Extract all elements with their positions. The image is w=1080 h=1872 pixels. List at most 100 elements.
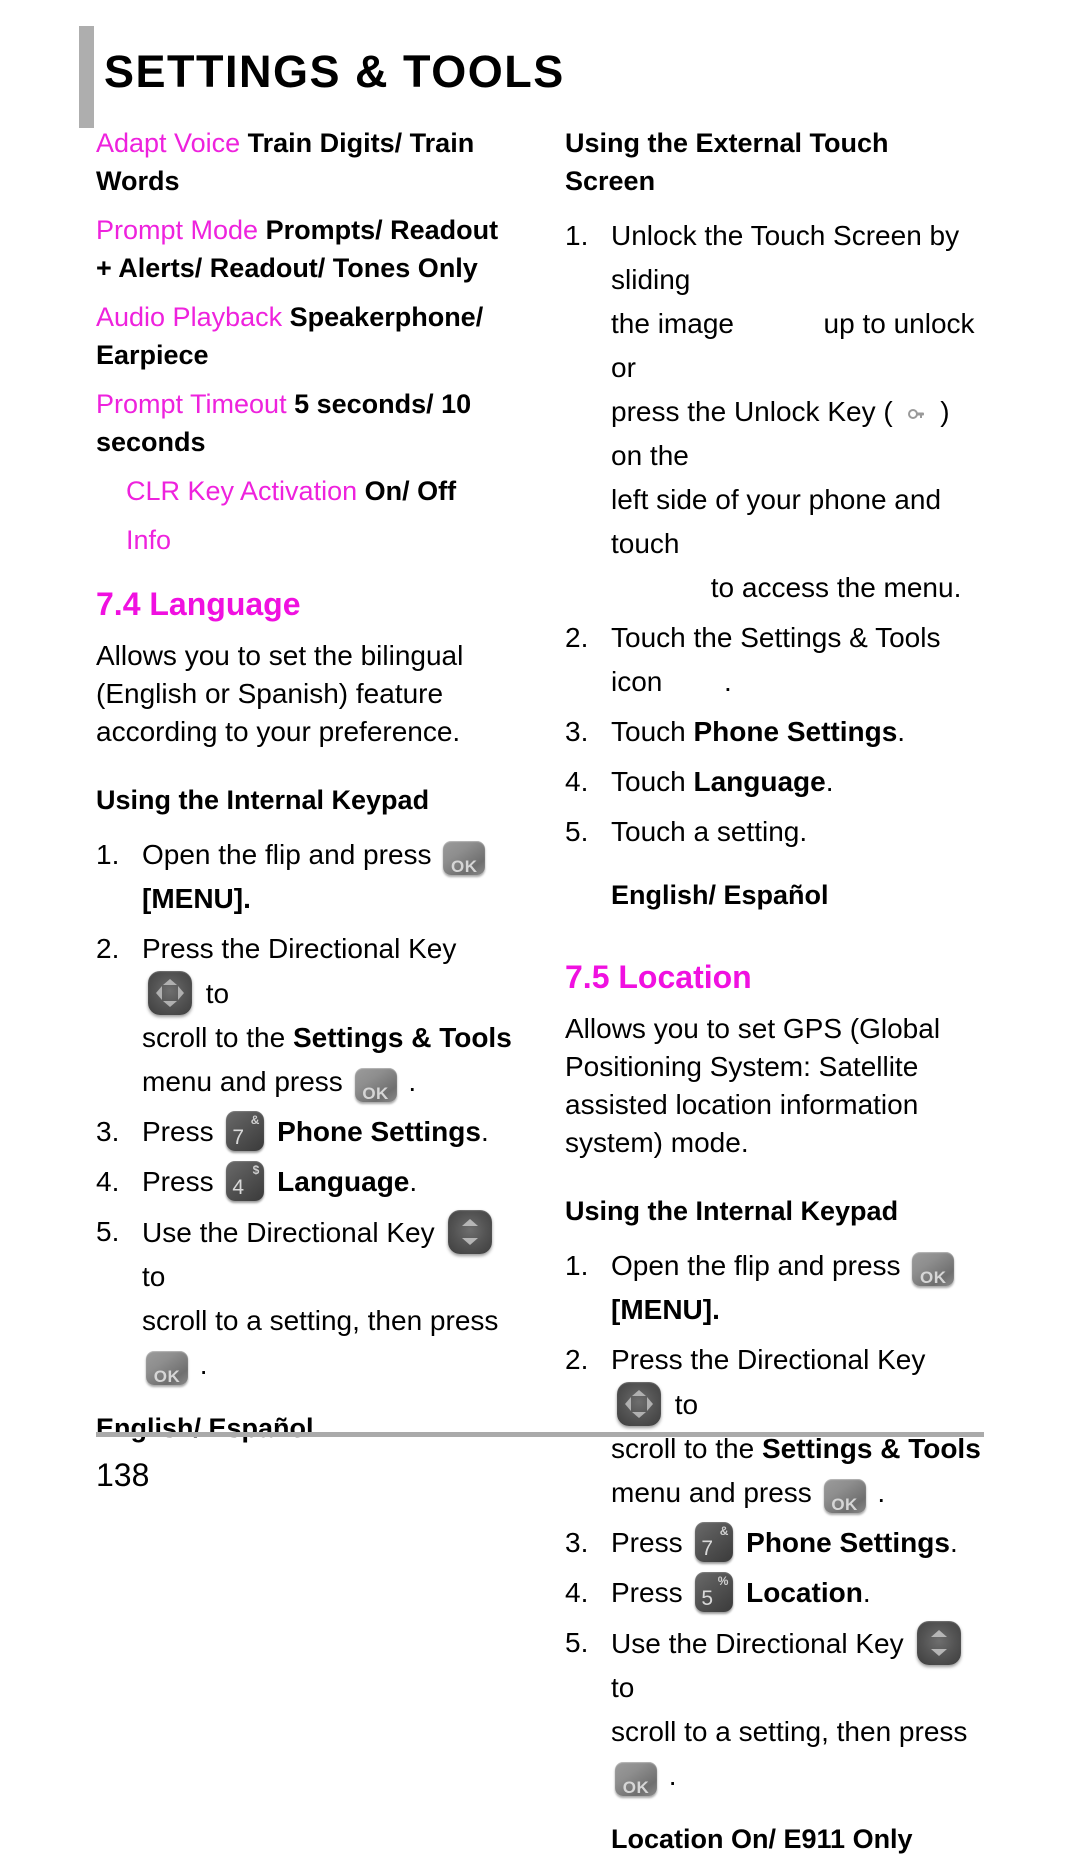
step-text: Press the Directional Key bbox=[611, 1344, 926, 1375]
step-bold-language: Language bbox=[277, 1166, 410, 1197]
spec-item-prompt-mode: Prompt Mode Prompts/ Readout + Alerts/ R… bbox=[96, 211, 516, 287]
ok-key-label: OK bbox=[362, 1084, 389, 1103]
steps-language-internal: 1. Open the flip and press OK [MENU]. 2.… bbox=[96, 833, 516, 1387]
number-key-digit: 7 bbox=[701, 1537, 714, 1560]
step-bold-phone-settings: Phone Settings bbox=[693, 716, 898, 747]
step-text: Touch the Settings & Tools icon bbox=[611, 622, 941, 697]
step-period: . bbox=[199, 1349, 208, 1380]
step-text: Open the flip and press bbox=[142, 839, 432, 870]
page-number: 138 bbox=[96, 1457, 150, 1493]
step-bold-menu: [MENU]. bbox=[611, 1294, 720, 1325]
section-body-location: Allows you to set GPS (Global Positionin… bbox=[565, 1013, 941, 1158]
subhead-internal-keypad-location: Using the Internal Keypad bbox=[565, 1196, 899, 1226]
step-item: 2. Press the Directional Key to scroll t… bbox=[565, 1338, 985, 1515]
step-number: 1. bbox=[565, 220, 589, 251]
number-key-7-icon: 7 & bbox=[226, 1111, 265, 1151]
options-language-touch: English/ Español bbox=[611, 880, 829, 910]
step-number: 3. bbox=[565, 1527, 589, 1558]
step-text: press the Unlock Key ( bbox=[611, 396, 893, 427]
section-heading-language: 7.4 Language bbox=[96, 586, 301, 622]
left-column: Adapt Voice Train Digits/ Train Words Pr… bbox=[96, 124, 516, 1461]
step-text: Unlock the Touch Screen by sliding bbox=[611, 220, 960, 295]
step-period: . bbox=[723, 666, 732, 697]
step-bold-phone-settings: Phone Settings bbox=[746, 1527, 950, 1558]
step-text: Use the Directional Key bbox=[611, 1628, 904, 1659]
step-number: 3. bbox=[96, 1116, 120, 1147]
step-text: Press bbox=[142, 1166, 214, 1197]
ok-key-label: OK bbox=[451, 857, 478, 876]
step-text: Touch bbox=[611, 716, 686, 747]
step-number: 4. bbox=[565, 1577, 589, 1608]
step-number: 5. bbox=[96, 1216, 120, 1247]
directional-key-updown-icon bbox=[917, 1621, 962, 1665]
right-column: Using the External Touch Screen 1. Unloc… bbox=[565, 124, 985, 1872]
step-number: 2. bbox=[96, 933, 120, 964]
step-period: . bbox=[408, 1066, 417, 1097]
page-header: SETTINGS & TOOLS bbox=[0, 22, 1080, 130]
ok-key-icon: OK bbox=[354, 1068, 397, 1103]
header-accent-bar bbox=[79, 26, 94, 128]
step-item: 2. Touch the Settings & Tools icon . bbox=[565, 616, 985, 704]
step-period: . bbox=[668, 1760, 677, 1791]
step-text: menu and press bbox=[611, 1477, 812, 1508]
number-key-digit: 4 bbox=[232, 1176, 245, 1199]
step-period: . bbox=[877, 1477, 886, 1508]
step-period: . bbox=[949, 1527, 958, 1558]
number-key-superscript: & bbox=[250, 1113, 260, 1127]
step-text: Press bbox=[142, 1116, 214, 1147]
ok-key-icon: OK bbox=[146, 1351, 188, 1386]
ok-key-label: OK bbox=[153, 1367, 181, 1386]
step-number: 2. bbox=[565, 1344, 589, 1375]
spec-item-clr-key-activation: CLR Key Activation On/ Off bbox=[126, 472, 516, 510]
step-text-after: to bbox=[205, 978, 230, 1009]
ok-key-icon: OK bbox=[443, 841, 486, 876]
step-text: to access the menu. bbox=[710, 572, 962, 603]
step-bold-settings-tools: Settings & Tools bbox=[761, 1433, 981, 1464]
step-text-after: to bbox=[142, 1261, 166, 1292]
step-text: left side of your phone and touch bbox=[611, 484, 942, 559]
step-item: 4. Touch Language. bbox=[565, 760, 985, 804]
step-text: menu and press bbox=[142, 1066, 343, 1097]
ok-key-icon: OK bbox=[912, 1252, 955, 1287]
unlock-key-icon bbox=[906, 407, 926, 421]
step-text: Press bbox=[611, 1577, 683, 1608]
spec-term: CLR Key Activation bbox=[126, 476, 358, 506]
menu-icon-placeholder bbox=[657, 577, 703, 603]
subhead-external-touch-screen: Using the External Touch Screen bbox=[565, 128, 889, 196]
spec-value: On/ Off bbox=[364, 476, 457, 506]
settings-tools-icon-placeholder bbox=[670, 671, 716, 697]
number-key-superscript: & bbox=[719, 1524, 729, 1538]
step-number: 3. bbox=[565, 716, 589, 747]
ok-key-label: OK bbox=[622, 1778, 650, 1797]
options-location: Location On/ E911 Only bbox=[611, 1824, 913, 1854]
step-text-after: to bbox=[611, 1672, 635, 1703]
step-number: 1. bbox=[565, 1250, 589, 1281]
step-period: . bbox=[480, 1116, 489, 1147]
step-item: 4. Press 5 % Location. bbox=[565, 1571, 985, 1615]
step-bold-phone-settings: Phone Settings bbox=[277, 1116, 481, 1147]
number-key-digit: 5 bbox=[701, 1587, 714, 1610]
step-item: 1. Open the flip and press OK [MENU]. bbox=[96, 833, 516, 921]
section-heading-location: 7.5 Location bbox=[565, 959, 752, 995]
step-number: 4. bbox=[96, 1166, 120, 1197]
directional-key-updown-icon bbox=[448, 1210, 493, 1254]
step-number: 2. bbox=[565, 622, 589, 653]
spec-term: Prompt Timeout bbox=[96, 389, 287, 419]
step-number: 5. bbox=[565, 816, 589, 847]
steps-touch-screen: 1. Unlock the Touch Screen by sliding th… bbox=[565, 214, 985, 854]
step-text: Touch a setting. bbox=[611, 816, 808, 847]
slide-up-image-placeholder bbox=[742, 313, 816, 339]
number-key-superscript: $ bbox=[252, 1163, 260, 1177]
step-text: Press bbox=[611, 1527, 683, 1558]
step-period: . bbox=[825, 766, 834, 797]
step-item: 1. Open the flip and press OK [MENU]. bbox=[565, 1244, 985, 1332]
step-bold-menu: [MENU]. bbox=[142, 883, 251, 914]
step-text: Touch bbox=[611, 766, 686, 797]
step-text: scroll to the bbox=[142, 1022, 286, 1053]
footer-divider bbox=[96, 1432, 984, 1437]
step-bold-settings-tools: Settings & Tools bbox=[292, 1022, 512, 1053]
step-item: 2. Press the Directional Key to scroll t… bbox=[96, 927, 516, 1104]
ok-key-icon: OK bbox=[823, 1479, 866, 1514]
step-number: 1. bbox=[96, 839, 120, 870]
step-item: 5. Touch a setting. bbox=[565, 810, 985, 854]
